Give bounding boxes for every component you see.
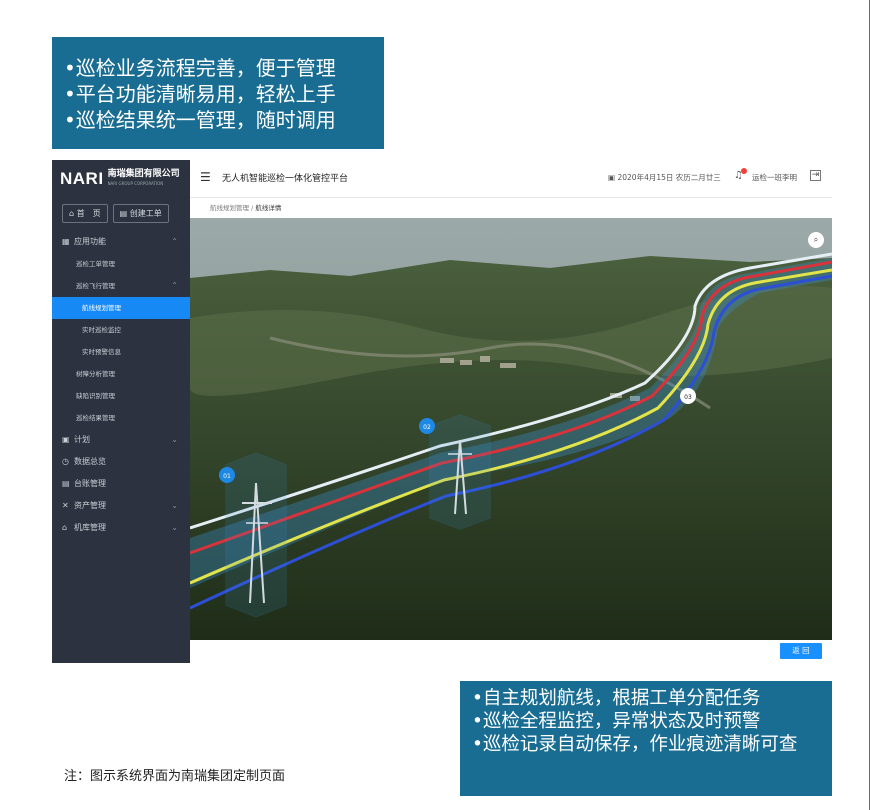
chevron-down-icon: ⌄ <box>171 501 178 510</box>
sidebar-item-5[interactable]: 实时预警信息 <box>52 341 190 363</box>
tower-box-02 <box>429 414 491 530</box>
waypoint-marker-03[interactable]: 03 <box>680 388 696 404</box>
tower-box-01 <box>225 452 287 618</box>
logo-mark: NARI <box>60 169 104 188</box>
sidebar-item-6[interactable]: 树障分析管理 <box>52 363 190 385</box>
back-button[interactable]: 返 回 <box>780 643 822 659</box>
menu-toggle-icon[interactable]: ☰ <box>200 170 211 184</box>
feature-callout-bottom: •自主规划航线，根据工单分配任务 •巡检全程监控，异常状态及时预警 •巡检记录自… <box>460 681 832 796</box>
waypoint-label: 01 <box>223 473 231 480</box>
sidebar-menu: ▦ 应用功能 ⌃ 巡检工单管理 巡检飞行管理 ⌃ 航线规划管理 实时巡检监控 实时预警信息树障分… <box>52 231 190 539</box>
ledger-icon: ▤ <box>62 479 70 488</box>
sidebar-item-label: 实时巡检监控 <box>82 326 121 334</box>
route-3d-view[interactable]: 01 02 03 ⌕ <box>190 218 832 640</box>
breadcrumb-parent[interactable]: 航线规划管理 <box>210 204 249 212</box>
sidebar-item-4[interactable]: 实时巡检监控 <box>52 319 190 341</box>
sidebar-item-label: 应用功能 <box>74 237 106 246</box>
callout-line: •平台功能清晰易用，轻松上手 <box>64 82 336 106</box>
platform-title: 无人机智能巡检一体化管控平台 <box>222 174 349 184</box>
user-name[interactable]: 运检一班李明 <box>752 172 797 183</box>
document-icon: ▤ <box>119 209 130 218</box>
company-logo: NARI 南瑞集团有限公司 NARI GROUP CORPORATION <box>52 160 190 198</box>
sidebar: NARI 南瑞集团有限公司 NARI GROUP CORPORATION ⌂ 首 … <box>52 160 190 663</box>
sidebar-item-label: 巡检飞行管理 <box>76 282 115 290</box>
sidebar-item-10[interactable]: ◷ 数据总览 <box>52 451 190 473</box>
hangar-icon: ⌂ <box>62 523 68 532</box>
grid-icon: ▦ <box>62 237 70 246</box>
callout-line: •巡检业务流程完善，便于管理 <box>64 56 336 80</box>
sidebar-item-label: 巡检结果管理 <box>76 414 115 422</box>
callout-line: •巡检记录自动保存，作业痕迹清晰可查 <box>472 734 798 755</box>
sidebar-item-label: 数据总览 <box>74 457 106 466</box>
waypoint-marker-01[interactable]: 01 <box>219 467 235 483</box>
breadcrumb: 航线规划管理 / 航线详情 <box>190 198 832 218</box>
logout-icon[interactable]: ⇥ <box>810 170 821 181</box>
callout-line: •巡检全程监控，异常状态及时预警 <box>472 711 761 732</box>
footer-bar: 返 回 <box>190 640 832 663</box>
notification-badge <box>741 168 747 174</box>
sidebar-item-label: 机库管理 <box>74 523 106 532</box>
sidebar-item-11[interactable]: ▤ 台账管理 <box>52 473 190 495</box>
waypoint-label: 03 <box>684 394 692 401</box>
asset-icon: ✕ <box>62 501 69 510</box>
create-order-button[interactable]: ▤ 创建工单 <box>112 204 169 223</box>
chevron-down-icon: ⌄ <box>171 435 178 444</box>
date-display: ▣ 2020年4月15日 农历二月廿三 <box>608 173 721 182</box>
chevron-down-icon: ⌄ <box>171 523 178 532</box>
sidebar-item-1[interactable]: 巡检工单管理 <box>52 253 190 275</box>
sidebar-item-9[interactable]: ▣ 计划 ⌄ <box>52 429 190 451</box>
sidebar-item-8[interactable]: 巡检结果管理 <box>52 407 190 429</box>
chevron-up-icon: ⌃ <box>171 237 178 246</box>
home-icon: ⌂ <box>69 209 77 218</box>
sidebar-item-13[interactable]: ⌂ 机库管理 ⌄ <box>52 517 190 539</box>
sidebar-item-label: 缺陷识别管理 <box>76 392 115 400</box>
waypoint-label: 02 <box>423 424 431 431</box>
sidebar-item-3[interactable]: 航线规划管理 <box>52 297 190 319</box>
sidebar-item-label: 台账管理 <box>74 479 106 488</box>
callout-line: •自主规划航线，根据工单分配任务 <box>472 688 761 709</box>
calendar-icon: ▣ <box>62 435 70 444</box>
footnote: 注：图示系统界面为南瑞集团定制页面 <box>64 769 286 784</box>
quick-actions: ⌂ 首 页 ▤ 创建工单 <box>52 198 190 231</box>
sidebar-item-12[interactable]: ✕ 资产管理 ⌄ <box>52 495 190 517</box>
search-icon[interactable]: ⌕ <box>808 232 824 248</box>
callout-line: •巡检结果统一管理，随时调用 <box>64 108 336 132</box>
sidebar-item-label: 巡检工单管理 <box>76 260 115 268</box>
sidebar-item-2[interactable]: 巡检飞行管理 ⌃ <box>52 275 190 297</box>
app-window: NARI 南瑞集团有限公司 NARI GROUP CORPORATION ⌂ 首 … <box>52 160 832 663</box>
feature-callout-top: •巡检业务流程完善，便于管理 •平台功能清晰易用，轻松上手 •巡检结果统一管理，… <box>52 37 384 149</box>
sidebar-item-0[interactable]: ▦ 应用功能 ⌃ <box>52 231 190 253</box>
sidebar-item-label: 实时预警信息 <box>82 348 121 356</box>
clock-icon: ◷ <box>62 457 69 466</box>
home-button[interactable]: ⌂ 首 页 <box>62 204 108 223</box>
page-edge-line <box>869 0 870 810</box>
sidebar-item-7[interactable]: 缺陷识别管理 <box>52 385 190 407</box>
logo-text: 南瑞集团有限公司 NARI GROUP CORPORATION <box>107 169 180 186</box>
terrain-scene: 01 02 03 <box>190 218 832 640</box>
breadcrumb-current: 航线详情 <box>255 204 282 212</box>
sidebar-item-label: 航线规划管理 <box>82 304 121 312</box>
waypoint-marker-02[interactable]: 02 <box>419 418 435 434</box>
sidebar-item-label: 树障分析管理 <box>76 370 115 378</box>
top-bar: ☰ 无人机智能巡检一体化管控平台 ▣ 2020年4月15日 农历二月廿三 ♫ 运… <box>190 160 832 198</box>
chevron-up-icon: ⌃ <box>171 281 178 290</box>
sidebar-item-label: 计划 <box>74 435 90 444</box>
sidebar-item-label: 资产管理 <box>74 501 106 510</box>
